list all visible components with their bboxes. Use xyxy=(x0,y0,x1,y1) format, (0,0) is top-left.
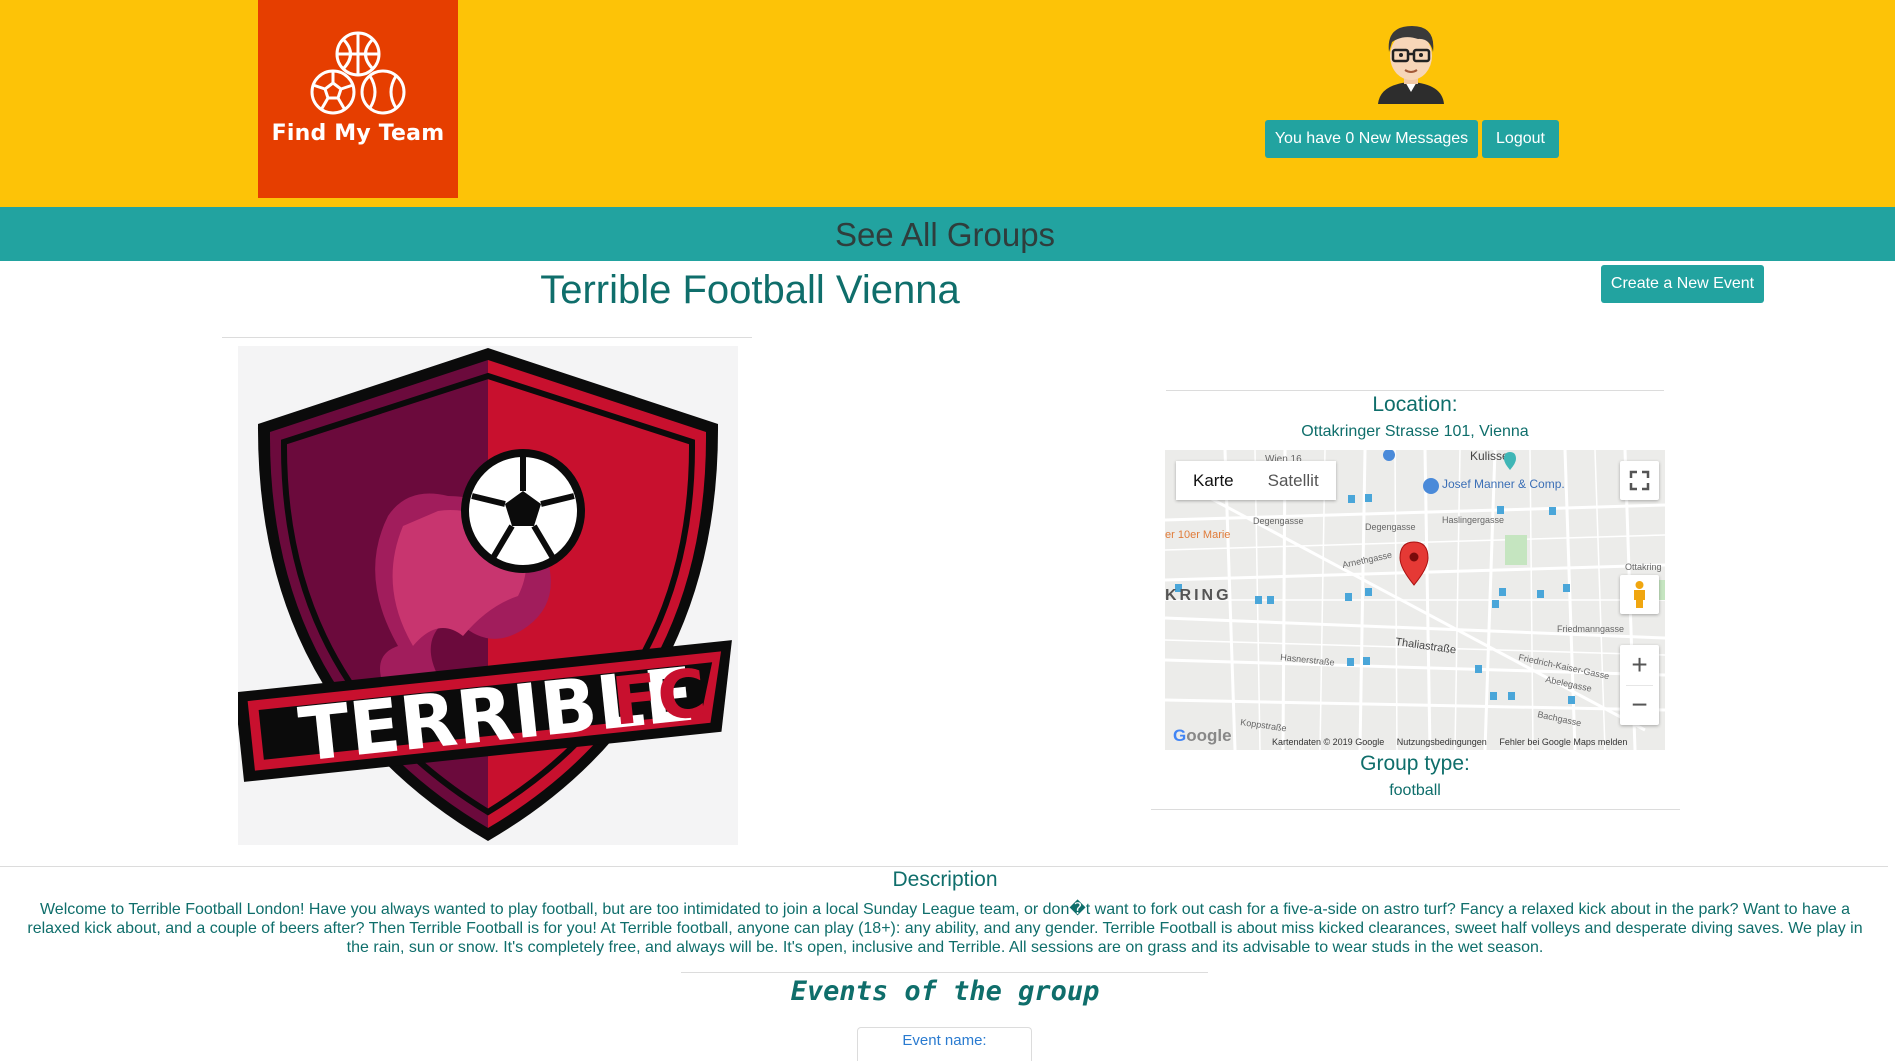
google-logo[interactable]: Google xyxy=(1173,726,1232,746)
user-avatar-icon[interactable] xyxy=(1374,22,1448,104)
divider xyxy=(681,972,1208,973)
divider xyxy=(1166,390,1664,391)
group-crest-image: TERRIBLE FC xyxy=(234,346,738,845)
google-logo-g: G xyxy=(1173,726,1187,745)
group-title: Terrible Football Vienna xyxy=(540,268,960,312)
map-label-haslingergasse: Haslingergasse xyxy=(1442,515,1504,525)
zoom-in-button[interactable]: + xyxy=(1620,645,1659,685)
divider xyxy=(222,337,752,338)
map-footer: Kartendaten © 2019 Google Nutzungsbeding… xyxy=(1272,737,1627,747)
location-label: Location: xyxy=(1372,393,1458,416)
event-name-label: Event name: xyxy=(902,1032,987,1049)
zoom-out-button[interactable]: − xyxy=(1620,686,1659,725)
map-label-ottakring: Ottakring xyxy=(1625,562,1662,572)
google-logo-rest: oogle xyxy=(1186,726,1232,745)
nav-bar: See All Groups xyxy=(0,207,1895,261)
create-event-button[interactable]: Create a New Event xyxy=(1601,265,1764,303)
divider xyxy=(1151,809,1680,810)
description-text: Welcome to Terrible Football London! Hav… xyxy=(27,901,1863,956)
location-value: Ottakringer Strasse 101, Vienna xyxy=(1301,423,1529,440)
map-tab-satellit[interactable]: Satellit xyxy=(1251,461,1336,500)
sports-balls-icon xyxy=(310,31,406,115)
map-type-tabs: Karte Satellit xyxy=(1176,461,1336,500)
events-title: Events of the group xyxy=(790,976,1100,1007)
map-label-degengasse-2: Degengasse xyxy=(1365,522,1416,532)
map-tab-karte[interactable]: Karte xyxy=(1176,461,1251,500)
map-label-manner: Josef Manner & Comp. xyxy=(1442,477,1565,491)
header: Find My Team You have 0 New Messages Log… xyxy=(0,0,1895,207)
see-all-groups-link[interactable]: See All Groups xyxy=(0,207,1890,263)
logout-button[interactable]: Logout xyxy=(1482,120,1559,158)
fullscreen-button[interactable] xyxy=(1620,461,1659,500)
map-label-kring: KRING xyxy=(1165,587,1232,604)
map-label-friedmanngasse: Friedmanngasse xyxy=(1557,624,1624,634)
map-label-marie: er 10er Marie xyxy=(1165,529,1230,541)
map-label-kulisse: Kulisse xyxy=(1470,450,1509,463)
crest-text-fc: FC xyxy=(609,654,710,740)
find-my-team-logo[interactable]: Find My Team xyxy=(258,0,458,198)
map-label-degengasse-1: Degengasse xyxy=(1253,516,1304,526)
google-map[interactable]: Wien 16 Kulisse Josef Manner & Comp. Deg… xyxy=(1165,450,1665,750)
new-messages-button[interactable]: You have 0 New Messages xyxy=(1265,120,1478,158)
logo-text: Find My Team xyxy=(271,121,445,146)
divider xyxy=(0,866,1888,867)
fullscreen-icon xyxy=(1629,470,1650,491)
street-view-pegman[interactable] xyxy=(1620,575,1659,614)
group-type-label: Group type: xyxy=(1360,752,1470,775)
map-terms-link[interactable]: Nutzungsbedingungen xyxy=(1397,737,1487,747)
map-data-credit: Kartendaten © 2019 Google xyxy=(1272,737,1385,747)
description-label: Description xyxy=(892,868,998,891)
map-report-link[interactable]: Fehler bei Google Maps melden xyxy=(1499,737,1627,747)
group-type-value: football xyxy=(1389,782,1441,799)
pegman-icon xyxy=(1634,581,1645,608)
zoom-controls: + − xyxy=(1620,645,1659,725)
terrible-fc-crest: TERRIBLE FC xyxy=(234,348,732,841)
event-card[interactable]: Event name: xyxy=(857,1027,1032,1061)
